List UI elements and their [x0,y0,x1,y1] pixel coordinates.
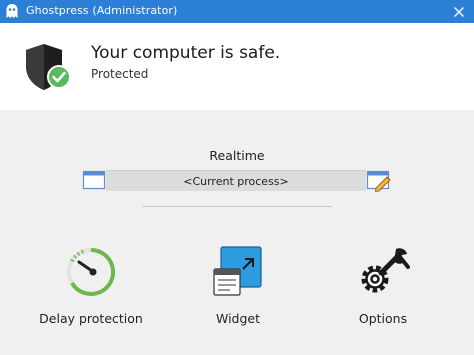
widget-icon [213,246,262,296]
realtime-label: Realtime [209,148,265,163]
gear-wrench-icon [361,248,410,293]
status-headline: Your computer is safe. [91,43,281,63]
close-icon [454,6,464,17]
widget-label: Widget [215,311,261,326]
shield-check-icon [26,44,71,90]
delay-protection-label: Delay protection [39,311,143,326]
status-header: Your computer is safe. Protected [0,23,474,110]
realtime-selector[interactable]: <Current process> [82,168,392,192]
options-label: Options [358,311,408,326]
widget-button[interactable]: Widget [200,245,276,326]
delay-protection-button[interactable]: Delay protection [35,245,147,326]
current-process-text: <Current process> [183,175,289,188]
status-subtext: Protected [91,67,149,81]
close-button[interactable] [448,2,470,21]
separator [142,206,332,207]
gauge-icon [67,247,116,296]
main-window: Ghostpress (Administrator) Your computer… [0,0,474,355]
title-bar: Ghostpress (Administrator) [0,0,474,23]
window-icon[interactable] [82,169,106,191]
options-button[interactable]: Options [346,245,420,326]
ghost-app-icon [6,4,18,18]
realtime-track[interactable]: <Current process> [106,170,366,191]
window-title: Ghostpress (Administrator) [26,4,178,17]
window-edit-icon[interactable] [366,168,392,192]
